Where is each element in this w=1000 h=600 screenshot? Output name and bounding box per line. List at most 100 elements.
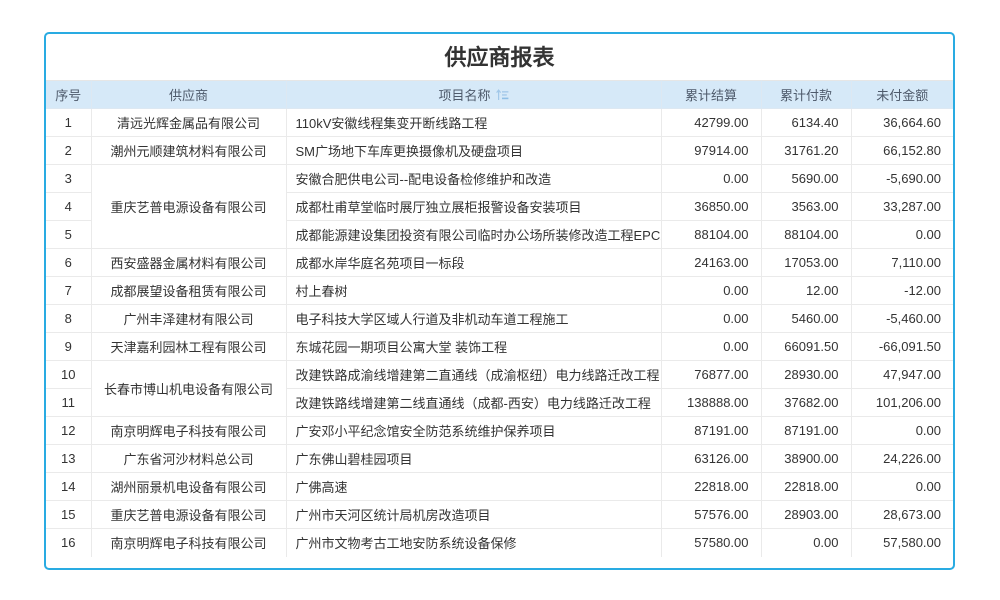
project-cell[interactable]: 广佛高速 — [286, 473, 661, 501]
project-cell[interactable]: 广州市文物考古工地安防系统设备保修 — [286, 529, 661, 557]
project-cell[interactable]: 广州市天河区统计局机房改造项目 — [286, 501, 661, 529]
project-cell[interactable]: 成都杜甫草堂临时展厅独立展柜报警设备安装项目 — [286, 193, 661, 221]
supplier-cell[interactable]: 广东省河沙材料总公司 — [91, 445, 286, 473]
project-cell[interactable]: 成都水岸华庭名苑项目一标段 — [286, 249, 661, 277]
project-cell[interactable]: 广安邓小平纪念馆安全防范系统维护保养项目 — [286, 417, 661, 445]
row-index-cell: 5 — [46, 221, 91, 249]
unpaid-amount-cell: 57,580.00 — [851, 529, 953, 557]
report-title: 供应商报表 — [46, 34, 953, 80]
paid-amount-cell: 28903.00 — [761, 501, 851, 529]
project-cell[interactable]: 村上春树 — [286, 277, 661, 305]
table-row: 2潮州元顺建筑材料有限公司SM广场地下车库更换摄像机及硬盘项目97914.003… — [46, 137, 953, 165]
supplier-cell[interactable]: 广州丰泽建材有限公司 — [91, 305, 286, 333]
settled-amount-cell: 76877.00 — [661, 361, 761, 389]
settled-amount-cell: 57576.00 — [661, 501, 761, 529]
table-row: 6西安盛器金属材料有限公司成都水岸华庭名苑项目一标段24163.0017053.… — [46, 249, 953, 277]
supplier-cell[interactable]: 西安盛器金属材料有限公司 — [91, 249, 286, 277]
row-index-cell: 15 — [46, 501, 91, 529]
supplier-cell[interactable]: 长春市博山机电设备有限公司 — [91, 361, 286, 417]
settled-amount-cell: 0.00 — [661, 305, 761, 333]
table-header: 序号供应商项目名称累计结算累计付款未付金额 — [46, 81, 953, 109]
paid-amount-cell: 31761.20 — [761, 137, 851, 165]
table-row: 8广州丰泽建材有限公司电子科技大学区域人行道及非机动车道工程施工0.005460… — [46, 305, 953, 333]
unpaid-amount-cell: 7,110.00 — [851, 249, 953, 277]
project-cell[interactable]: 110kV安徽线程集变开断线路工程 — [286, 109, 661, 137]
row-index-cell: 11 — [46, 389, 91, 417]
paid-amount-cell: 12.00 — [761, 277, 851, 305]
unpaid-amount-cell: -66,091.50 — [851, 333, 953, 361]
unpaid-amount-cell: 101,206.00 — [851, 389, 953, 417]
supplier-cell[interactable]: 重庆艺普电源设备有限公司 — [91, 501, 286, 529]
project-cell[interactable]: 广东佛山碧桂园项目 — [286, 445, 661, 473]
unpaid-amount-cell: 0.00 — [851, 221, 953, 249]
project-cell[interactable]: 电子科技大学区域人行道及非机动车道工程施工 — [286, 305, 661, 333]
project-cell[interactable]: 安徽合肥供电公司--配电设备检修维护和改造 — [286, 165, 661, 193]
supplier-report-table: 序号供应商项目名称累计结算累计付款未付金额 1清远光辉金属品有限公司110kV安… — [46, 80, 953, 557]
settled-amount-cell: 42799.00 — [661, 109, 761, 137]
table-row: 13广东省河沙材料总公司广东佛山碧桂园项目63126.0038900.0024,… — [46, 445, 953, 473]
table-row: 16南京明辉电子科技有限公司广州市文物考古工地安防系统设备保修57580.000… — [46, 529, 953, 557]
row-index-cell: 14 — [46, 473, 91, 501]
paid-amount-cell: 3563.00 — [761, 193, 851, 221]
supplier-cell[interactable]: 重庆艺普电源设备有限公司 — [91, 165, 286, 249]
paid-amount-cell: 66091.50 — [761, 333, 851, 361]
column-header-paid: 累计付款 — [761, 81, 851, 109]
supplier-cell[interactable]: 成都展望设备租赁有限公司 — [91, 277, 286, 305]
paid-amount-cell: 6134.40 — [761, 109, 851, 137]
unpaid-amount-cell: 28,673.00 — [851, 501, 953, 529]
column-label: 累计结算 — [685, 88, 737, 103]
project-cell[interactable]: 东城花园一期项目公寓大堂 装饰工程 — [286, 333, 661, 361]
settled-amount-cell: 0.00 — [661, 165, 761, 193]
project-cell[interactable]: 成都能源建设集团投资有限公司临时办公场所装修改造工程EPC总承包 — [286, 221, 661, 249]
supplier-cell[interactable]: 湖州丽景机电设备有限公司 — [91, 473, 286, 501]
settled-amount-cell: 0.00 — [661, 277, 761, 305]
settled-amount-cell: 24163.00 — [661, 249, 761, 277]
supplier-cell[interactable]: 南京明辉电子科技有限公司 — [91, 417, 286, 445]
supplier-cell[interactable]: 潮州元顺建筑材料有限公司 — [91, 137, 286, 165]
settled-amount-cell: 0.00 — [661, 333, 761, 361]
settled-amount-cell: 63126.00 — [661, 445, 761, 473]
settled-amount-cell: 57580.00 — [661, 529, 761, 557]
sort-asc-icon[interactable] — [496, 89, 509, 104]
unpaid-amount-cell: 66,152.80 — [851, 137, 953, 165]
paid-amount-cell: 5460.00 — [761, 305, 851, 333]
unpaid-amount-cell: 36,664.60 — [851, 109, 953, 137]
table-row: 10长春市博山机电设备有限公司改建铁路成渝线增建第二直通线（成渝枢纽）电力线路迁… — [46, 361, 953, 389]
row-index-cell: 1 — [46, 109, 91, 137]
row-index-cell: 2 — [46, 137, 91, 165]
supplier-cell[interactable]: 天津嘉利园林工程有限公司 — [91, 333, 286, 361]
row-index-cell: 7 — [46, 277, 91, 305]
supplier-cell[interactable]: 清远光辉金属品有限公司 — [91, 109, 286, 137]
paid-amount-cell: 38900.00 — [761, 445, 851, 473]
settled-amount-cell: 22818.00 — [661, 473, 761, 501]
settled-amount-cell: 88104.00 — [661, 221, 761, 249]
unpaid-amount-cell: -12.00 — [851, 277, 953, 305]
settled-amount-cell: 97914.00 — [661, 137, 761, 165]
column-header-settled: 累计结算 — [661, 81, 761, 109]
paid-amount-cell: 17053.00 — [761, 249, 851, 277]
column-label: 序号 — [55, 88, 81, 103]
column-label: 项目名称 — [438, 88, 490, 103]
row-index-cell: 13 — [46, 445, 91, 473]
column-header-project[interactable]: 项目名称 — [286, 81, 661, 109]
header-row: 序号供应商项目名称累计结算累计付款未付金额 — [46, 81, 953, 109]
row-index-cell: 4 — [46, 193, 91, 221]
project-cell[interactable]: SM广场地下车库更换摄像机及硬盘项目 — [286, 137, 661, 165]
paid-amount-cell: 0.00 — [761, 529, 851, 557]
column-label: 未付金额 — [876, 88, 928, 103]
row-index-cell: 8 — [46, 305, 91, 333]
supplier-cell[interactable]: 南京明辉电子科技有限公司 — [91, 529, 286, 557]
unpaid-amount-cell: -5,460.00 — [851, 305, 953, 333]
paid-amount-cell: 37682.00 — [761, 389, 851, 417]
unpaid-amount-cell: 0.00 — [851, 417, 953, 445]
supplier-report-panel: 供应商报表 序号供应商项目名称累计结算累计付款未付金额 1清远光辉金属品有限公司… — [44, 32, 955, 570]
settled-amount-cell: 36850.00 — [661, 193, 761, 221]
settled-amount-cell: 87191.00 — [661, 417, 761, 445]
settled-amount-cell: 138888.00 — [661, 389, 761, 417]
project-cell[interactable]: 改建铁路成渝线增建第二直通线（成渝枢纽）电力线路迁改工程 — [286, 361, 661, 389]
unpaid-amount-cell: 33,287.00 — [851, 193, 953, 221]
unpaid-amount-cell: 47,947.00 — [851, 361, 953, 389]
column-header-unpaid: 未付金额 — [851, 81, 953, 109]
column-header-index: 序号 — [46, 81, 91, 109]
project-cell[interactable]: 改建铁路线增建第二线直通线（成都-西安）电力线路迁改工程 — [286, 389, 661, 417]
